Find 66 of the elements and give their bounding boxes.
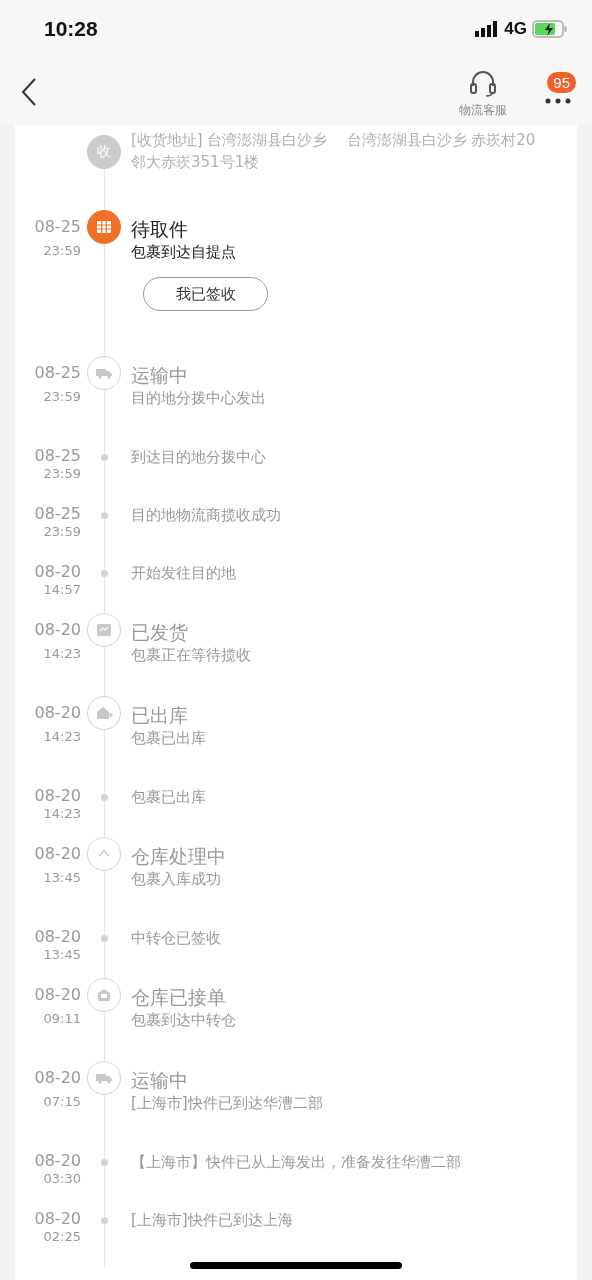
- event-date: 08-20: [33, 1209, 81, 1229]
- event-time: 23:59: [42, 389, 81, 405]
- event-time: 07:15: [42, 1094, 81, 1110]
- event-title: 已出库: [131, 703, 189, 727]
- event-detail: 到达目的地分拨中心: [131, 447, 267, 468]
- event-time: 02:25: [42, 1229, 81, 1245]
- event-date: 08-25: [33, 217, 81, 237]
- event-detail: 开始发往目的地: [131, 563, 237, 584]
- event-date: 08-20: [33, 985, 81, 1005]
- support-button[interactable]: 物流客服: [459, 70, 508, 119]
- event-detail: 目的地分拨中心发出: [131, 388, 267, 409]
- event-title: 仓库处理中: [131, 844, 227, 868]
- event-time: 14:57: [42, 582, 81, 598]
- event-time: 23:59: [42, 466, 81, 482]
- event-detail: 包裹正在等待揽收: [131, 645, 252, 666]
- event-time: 14:23: [42, 646, 81, 662]
- event-date: 08-20: [33, 1151, 81, 1171]
- event-detail: 【上海市】快件已从上海发出，准备发往华漕二部: [131, 1152, 462, 1173]
- event-time: 14:23: [42, 806, 81, 822]
- event-detail: [上海市]快件已到达上海: [131, 1210, 294, 1231]
- event-detail: 包裹到达中转仓: [131, 1010, 237, 1031]
- signal-icon: [475, 21, 500, 37]
- event-detail: 包裹到达自提点: [131, 242, 237, 263]
- event-time: 14:23: [42, 729, 81, 745]
- event-time: 03:30: [42, 1171, 81, 1187]
- event-title: 待取件: [131, 217, 189, 241]
- event-detail: 包裹已出库: [131, 787, 207, 808]
- network-label: 4G: [504, 19, 527, 39]
- event-title: 运输中: [131, 1068, 189, 1092]
- event-time: 13:45: [42, 870, 81, 886]
- event-time: 13:45: [42, 947, 81, 963]
- event-date: 08-20: [33, 844, 81, 864]
- timeline-dot: [100, 1217, 108, 1224]
- timeline-dot: [100, 935, 108, 942]
- event-date: 08-25: [33, 446, 81, 466]
- event-date: 08-20: [33, 562, 81, 582]
- event-time: 23:59: [42, 524, 81, 540]
- event-detail: 目的地物流商揽收成功: [131, 505, 282, 526]
- battery-icon: [532, 20, 568, 38]
- timeline-dot: [100, 1159, 108, 1166]
- event-detail: [上海市]快件已到达华漕二部: [131, 1093, 324, 1114]
- timeline-dot: [100, 570, 108, 577]
- event-time: 09:11: [42, 1011, 81, 1027]
- timeline-dot: [100, 512, 108, 519]
- headset-icon: [468, 70, 499, 98]
- event-title: 已发货: [131, 620, 189, 644]
- timeline-dot: [100, 794, 108, 801]
- event-date: 08-20: [33, 1068, 81, 1088]
- event-date: 08-20: [33, 703, 81, 723]
- delivery-address: [收货地址] 台湾澎湖县白沙乡 台湾澎湖县白沙乡 赤崁村20邻大赤崁351号1楼: [131, 130, 537, 173]
- notification-badge: 95: [547, 72, 576, 93]
- status-time: 10:28: [44, 17, 98, 41]
- event-time: 23:59: [42, 243, 81, 259]
- event-date: 08-25: [33, 363, 81, 383]
- event-detail: 包裹已出库: [131, 728, 207, 749]
- event-date: 08-25: [33, 504, 81, 524]
- confirm-receipt-button[interactable]: 我已签收: [143, 277, 268, 311]
- event-title: 仓库已接单: [131, 985, 227, 1009]
- more-icon: [544, 97, 571, 105]
- event-date: 08-20: [33, 927, 81, 947]
- timeline-dot: [100, 454, 108, 461]
- event-detail: 包裹入库成功: [131, 869, 222, 890]
- event-date: 08-20: [33, 786, 81, 806]
- event-detail: 中转仓已签收: [131, 928, 222, 949]
- event-date: 08-20: [33, 620, 81, 640]
- event-title: 运输中: [131, 363, 189, 387]
